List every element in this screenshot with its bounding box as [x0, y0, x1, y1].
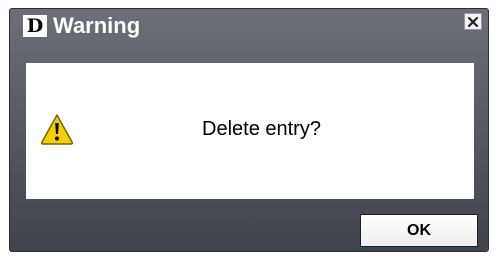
- window-title: Warning: [53, 13, 141, 38]
- message-panel: Delete entry?: [26, 63, 474, 199]
- app-logo: D: [23, 15, 47, 37]
- close-button[interactable]: [464, 13, 482, 30]
- ok-button[interactable]: OK: [360, 214, 478, 247]
- message-text: Delete entry?: [202, 118, 321, 140]
- warning-dialog: D Warning Delete entry? OK: [9, 8, 489, 252]
- title-bar[interactable]: D Warning: [10, 9, 488, 43]
- warning-icon: [40, 114, 74, 145]
- close-icon: [468, 16, 478, 27]
